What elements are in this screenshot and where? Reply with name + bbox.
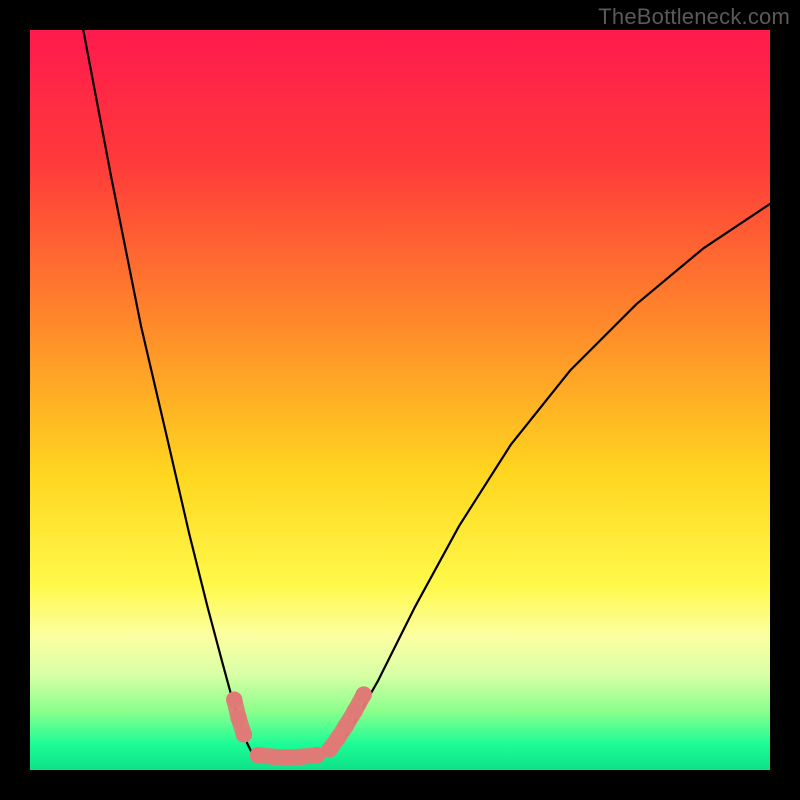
bottom_marker_cluster-bead (279, 749, 295, 765)
bottom_marker_cluster-bead (250, 747, 266, 763)
bottom_marker_cluster-bead (294, 748, 310, 764)
curve-path (83, 30, 770, 757)
left_marker_cluster-bead (226, 692, 242, 708)
left_marker_cluster-bead (236, 726, 252, 742)
bottom_marker_cluster-bead (265, 748, 281, 764)
left_marker_cluster-bead (230, 710, 246, 726)
bottleneck-curve (83, 30, 770, 757)
right_marker_cluster-bead (356, 686, 372, 702)
chart-frame: TheBottleneck.com (0, 0, 800, 800)
curve-layer (30, 30, 770, 770)
marker-annotations (226, 686, 372, 765)
plot-area (30, 30, 770, 770)
right_marker_cluster-bead (347, 703, 363, 719)
right_marker_cluster-bead (338, 717, 354, 733)
watermark-text: TheBottleneck.com (598, 4, 790, 30)
